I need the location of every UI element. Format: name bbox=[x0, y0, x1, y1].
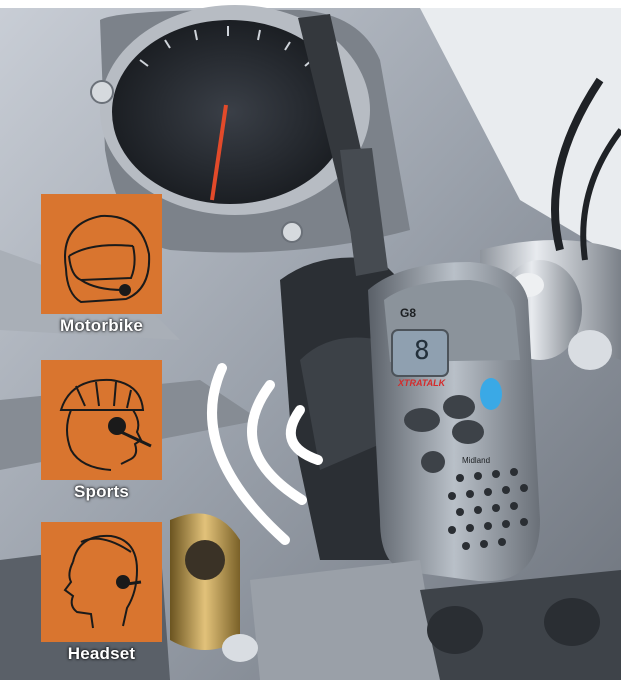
radio-brand-label: XTRATALK bbox=[398, 378, 446, 388]
radio-maker-label: Midland bbox=[462, 456, 491, 465]
motorbike-radio-photo: G8 XTRATALK 8 Midland Motorbike Sports H… bbox=[0, 0, 621, 680]
badge-label: Sports bbox=[73, 482, 130, 501]
badge-motorbike: Motorbike bbox=[41, 194, 162, 336]
motorcycle-helmet-icon bbox=[64, 214, 151, 304]
badge-tile bbox=[41, 360, 162, 480]
badge-tile bbox=[41, 522, 162, 642]
person-headset-icon bbox=[63, 534, 142, 629]
sports-helmet-headset-icon bbox=[59, 378, 152, 471]
badge-tile bbox=[41, 194, 162, 314]
badge-label: Motorbike bbox=[59, 316, 144, 335]
badge-headset: Headset bbox=[41, 522, 162, 664]
radio-model-label: G8 bbox=[400, 306, 417, 320]
badge-label: Headset bbox=[67, 644, 136, 663]
radio-lcd-digit: 8 bbox=[414, 336, 430, 366]
badge-sports: Sports bbox=[41, 360, 162, 502]
